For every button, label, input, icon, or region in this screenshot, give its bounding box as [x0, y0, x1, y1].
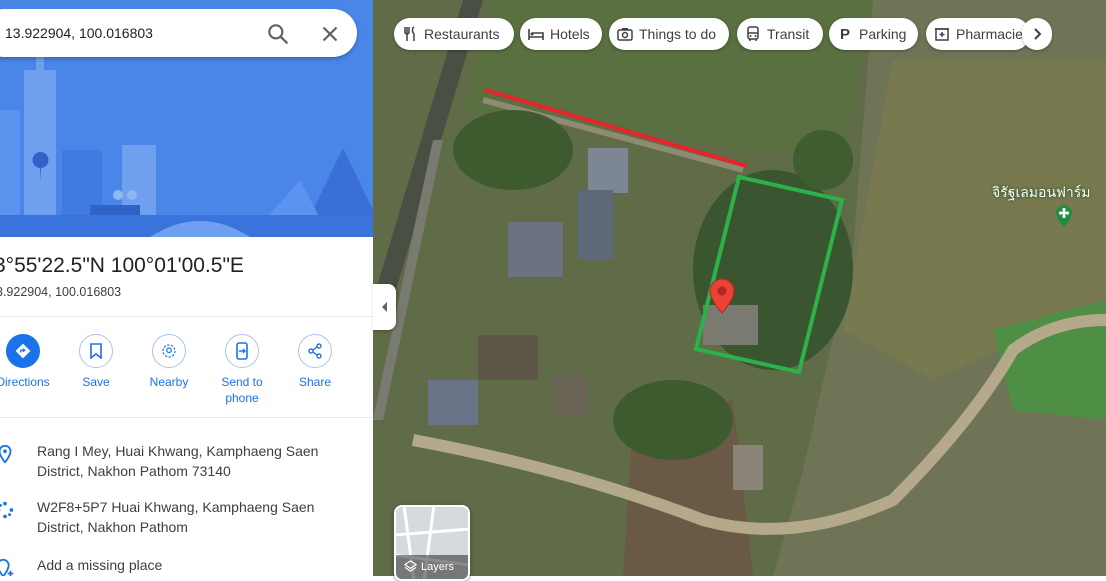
place-panel: 3°55'22.5"N 100°01'00.5"E 3.922904, 100.… — [0, 0, 374, 576]
send-to-phone-button[interactable]: Send to phone — [204, 334, 280, 406]
directions-icon — [6, 334, 40, 368]
bookmark-icon — [79, 334, 113, 368]
layers-icon — [404, 560, 417, 573]
place-title: 3°55'22.5"N 100°01'00.5"E — [0, 254, 244, 278]
nearby-button[interactable]: Nearby — [131, 334, 207, 390]
satellite-imagery — [373, 0, 1106, 576]
collapse-panel-button[interactable] — [373, 284, 396, 330]
share-icon — [298, 334, 332, 368]
chip-transit[interactable]: Transit — [737, 18, 823, 50]
share-label: Share — [277, 374, 353, 390]
nearby-icon — [152, 334, 186, 368]
satellite-map[interactable]: Restaurants Hotels Things to do Transit … — [373, 0, 1106, 576]
chip-hotels[interactable]: Hotels — [520, 18, 602, 50]
send-to-phone-label: Send to phone — [204, 374, 280, 406]
poi-flower-icon[interactable] — [1055, 204, 1073, 233]
layers-label: Layers — [421, 561, 454, 573]
share-button[interactable]: Share — [277, 334, 353, 390]
camera-icon — [617, 26, 633, 42]
save-button[interactable]: Save — [58, 334, 134, 390]
layers-label-group: Layers — [404, 560, 454, 573]
chip-label: Restaurants — [424, 26, 499, 42]
divider — [0, 316, 373, 317]
plus-code-icon — [0, 499, 16, 521]
chip-label: Transit — [767, 26, 809, 42]
directions-label: Directions — [0, 374, 61, 390]
bed-icon — [528, 26, 544, 42]
chip-restaurants[interactable]: Restaurants — [394, 18, 514, 50]
close-icon[interactable] — [317, 21, 343, 47]
nearby-label: Nearby — [131, 374, 207, 390]
bus-icon — [745, 26, 761, 42]
send-to-phone-icon — [225, 334, 259, 368]
map-pin-icon[interactable] — [709, 278, 735, 319]
chevron-left-icon — [380, 301, 390, 313]
search-icon[interactable] — [265, 21, 291, 47]
chip-parking[interactable]: P Parking — [829, 18, 918, 50]
hero-illustration — [0, 0, 373, 237]
location-pin-icon — [0, 443, 16, 465]
plus-code-text: W2F8+5P7 Huai Khwang, Kamphaeng Saen Dis… — [37, 497, 337, 537]
address-text: Rang I Mey, Huai Khwang, Kamphaeng Saen … — [37, 441, 337, 481]
poi-label[interactable]: จิรัฐเลมอนฟาร์ม — [992, 182, 1091, 204]
chip-pharmacies[interactable]: Pharmacies — [926, 18, 1030, 50]
chip-label: Pharmacies — [956, 26, 1030, 42]
chevron-right-icon — [1031, 27, 1043, 41]
search-input[interactable] — [5, 23, 235, 43]
chip-label: Hotels — [550, 26, 590, 42]
place-coordinates: 3.922904, 100.016803 — [0, 285, 121, 299]
add-place-text: Add a missing place — [37, 555, 337, 575]
chip-things-to-do[interactable]: Things to do — [609, 18, 729, 50]
chips-next-button[interactable] — [1022, 18, 1052, 50]
divider — [0, 417, 373, 418]
search-box — [0, 9, 357, 57]
save-label: Save — [58, 374, 134, 390]
fork-knife-icon — [402, 26, 418, 42]
pharmacy-icon — [934, 26, 950, 42]
layers-button[interactable]: Layers — [394, 505, 470, 581]
chip-label: Things to do — [639, 26, 716, 42]
chip-label: Parking — [859, 26, 906, 42]
parking-icon: P — [837, 26, 853, 42]
directions-button[interactable]: Directions — [0, 334, 61, 390]
add-place-icon — [0, 557, 16, 576]
